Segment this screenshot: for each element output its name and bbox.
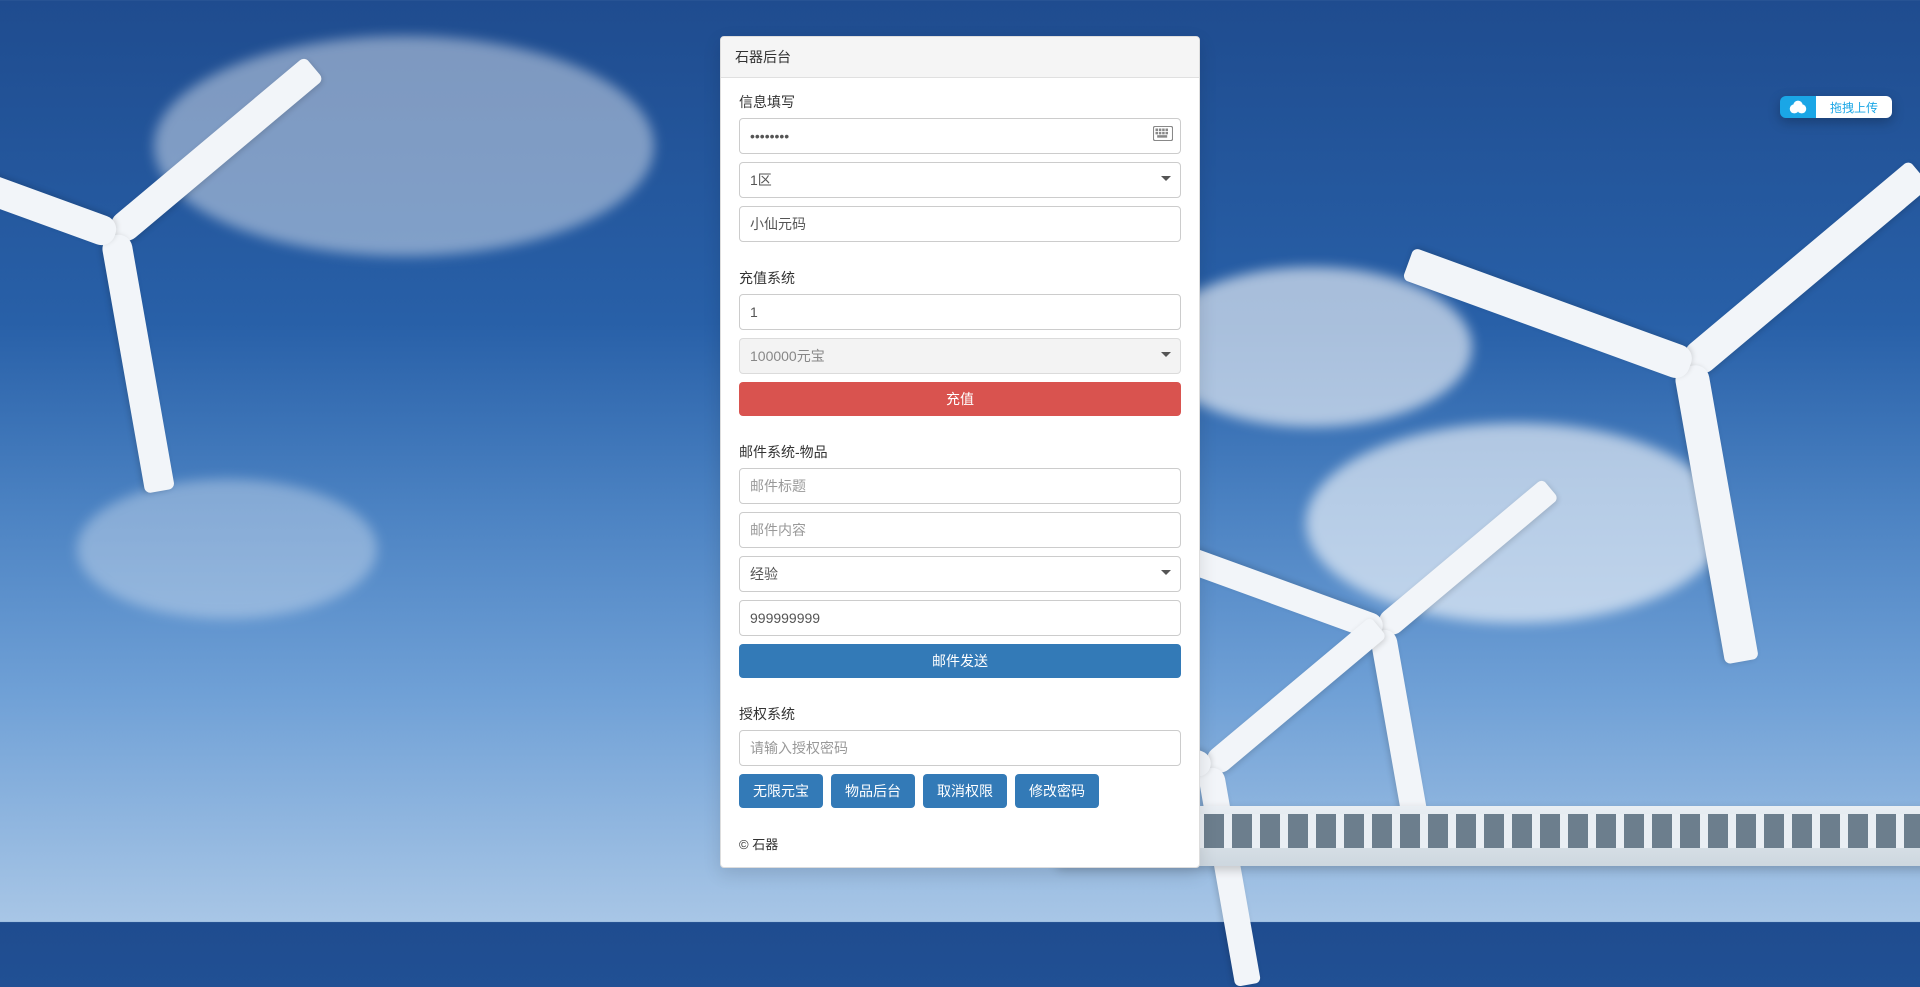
revoke-auth-button[interactable]: 取消权限 <box>923 774 1007 808</box>
mail-item-qty-input[interactable] <box>739 600 1181 636</box>
section-label-mail: 邮件系统-物品 <box>739 442 1181 462</box>
unlimited-gold-button[interactable]: 无限元宝 <box>739 774 823 808</box>
mail-title-input[interactable] <box>739 468 1181 504</box>
auth-password-input[interactable] <box>739 730 1181 766</box>
change-password-button[interactable]: 修改密码 <box>1015 774 1099 808</box>
mail-send-button[interactable]: 邮件发送 <box>739 644 1181 678</box>
character-name-input[interactable] <box>739 206 1181 242</box>
zone-select[interactable]: 1区 <box>739 162 1181 198</box>
auth-button-row: 无限元宝 物品后台 取消权限 修改密码 <box>739 774 1181 808</box>
cloud-upload-icon <box>1780 96 1816 118</box>
recharge-amount-input[interactable] <box>739 294 1181 330</box>
section-label-recharge: 充值系统 <box>739 268 1181 288</box>
panel-title: 石器后台 <box>721 37 1199 78</box>
account-password-input[interactable] <box>739 118 1181 154</box>
panel-body: 信息填写 1区 充值系统 100000元宝 充值 邮件系统-物品 <box>721 78 1199 822</box>
mail-item-type-select[interactable]: 经验 <box>739 556 1181 592</box>
section-label-info: 信息填写 <box>739 92 1181 112</box>
item-backend-button[interactable]: 物品后台 <box>831 774 915 808</box>
drag-upload-label: 拖拽上传 <box>1816 96 1892 118</box>
admin-panel: 石器后台 信息填写 1区 充值系统 100000元宝 充值 <box>720 36 1200 868</box>
recharge-package-select[interactable]: 100000元宝 <box>739 338 1181 374</box>
panel-footer: © 石器 <box>721 822 1199 867</box>
drag-upload-widget[interactable]: 拖拽上传 <box>1780 96 1892 118</box>
section-label-auth: 授权系统 <box>739 704 1181 724</box>
mail-content-input[interactable] <box>739 512 1181 548</box>
keyboard-icon <box>1153 126 1173 142</box>
recharge-submit-button[interactable]: 充值 <box>739 382 1181 416</box>
